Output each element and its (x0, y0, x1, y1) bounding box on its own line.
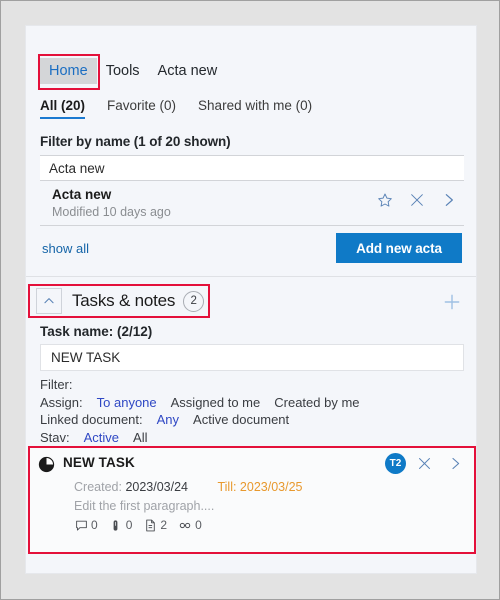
filter-linked-any[interactable]: Any (157, 412, 179, 427)
close-icon[interactable] (416, 455, 433, 472)
task-card-actions (416, 455, 464, 472)
task-card[interactable]: NEW TASK T2 Created: 2023/03/24 Till: 20… (30, 448, 474, 552)
tab-acta-new[interactable]: Acta new (149, 58, 227, 84)
show-all-link[interactable]: show all (42, 241, 89, 256)
filter-assign-created-by-me[interactable]: Created by me (274, 395, 359, 410)
add-new-acta-button[interactable]: Add new acta (336, 233, 462, 263)
chevron-right-icon[interactable] (440, 191, 458, 209)
filter-linked-document-label: Linked document: (40, 412, 143, 427)
filter-assign-assigned-to-me[interactable]: Assigned to me (171, 395, 261, 410)
filter-assign-label: Assign: (40, 394, 83, 410)
task-card-dates: Created: 2023/03/24 Till: 2023/03/25 (74, 480, 303, 494)
acta-list-row[interactable]: Acta new Modified 10 days ago (40, 182, 464, 226)
filter-heading: Filter: (40, 377, 73, 392)
filter-heading-row: Filter: (40, 377, 360, 393)
pivot-shared-with-me[interactable]: Shared with me (0) (198, 98, 312, 119)
pivot-bar: All (20) Favorite (0) Shared with me (0) (40, 98, 334, 119)
chevron-right-icon[interactable] (447, 455, 464, 472)
filter-assign-to-anyone[interactable]: To anyone (97, 395, 157, 410)
tasks-and-notes-header: Tasks & notes 2 (36, 288, 205, 314)
application-window: Home Tools Acta new All (20) Favorite (0… (0, 0, 500, 600)
meta-links-value: 0 (195, 518, 202, 532)
pivot-all[interactable]: All (20) (40, 98, 86, 119)
acta-row-title: Acta new (52, 187, 112, 202)
tasks-count-badge: 2 (183, 290, 205, 312)
meta-attachments[interactable]: 0 (109, 518, 133, 532)
tasks-and-notes-title: Tasks & notes (72, 291, 176, 310)
meta-attachments-value: 0 (125, 518, 133, 532)
filter-row-stav: Stav: Active All (40, 430, 360, 446)
acta-row-subtitle: Modified 10 days ago (52, 205, 171, 219)
filter-stav-all[interactable]: All (133, 430, 147, 445)
pivot-favorite[interactable]: Favorite (0) (107, 98, 176, 119)
meta-comments[interactable]: 0 (74, 518, 98, 532)
star-icon[interactable] (376, 191, 394, 209)
filter-linked-active-document[interactable]: Active document (193, 412, 289, 427)
top-tab-bar: Home Tools Acta new (40, 58, 226, 84)
tab-home[interactable]: Home (40, 58, 97, 84)
section-divider (26, 276, 476, 277)
task-card-meta: 0 0 2 0 (74, 518, 209, 532)
attachment-icon (109, 518, 123, 532)
meta-documents[interactable]: 2 (143, 518, 167, 532)
filter-stav-active[interactable]: Active (84, 430, 119, 445)
task-name-label: Task name: (2/12) (40, 324, 153, 339)
created-label: Created: (74, 480, 122, 494)
filter-stav-label: Stav: (40, 429, 70, 445)
meta-comments-value: 0 (91, 518, 98, 532)
comment-icon (74, 518, 88, 532)
tab-tools[interactable]: Tools (97, 58, 149, 84)
due-date: Till: 2023/03/25 (217, 480, 303, 494)
link-icon (178, 518, 192, 532)
document-icon (143, 518, 157, 532)
filter-row-linked-document: Linked document: Any Active document (40, 412, 360, 428)
pie-progress-icon (38, 456, 55, 473)
task-card-title: NEW TASK (63, 455, 135, 470)
task-name-input[interactable] (40, 344, 464, 371)
filter-by-name-input[interactable] (40, 155, 464, 181)
task-card-description: Edit the first paragraph.... (74, 499, 215, 513)
plus-icon[interactable] (440, 290, 464, 314)
avatar[interactable]: T2 (385, 453, 406, 474)
meta-documents-value: 2 (160, 518, 168, 532)
close-icon[interactable] (408, 191, 426, 209)
meta-links[interactable]: 0 (178, 518, 202, 532)
task-pane-panel: Home Tools Acta new All (20) Favorite (0… (25, 25, 477, 574)
acta-row-actions (376, 191, 458, 209)
filter-by-name-label: Filter by name (1 of 20 shown) (40, 134, 231, 149)
task-filters: Filter: Assign: To anyone Assigned to me Cr… (40, 375, 360, 445)
chevron-up-icon[interactable] (36, 288, 62, 314)
filter-row-assign: Assign: To anyone Assigned to me Created by… (40, 395, 360, 411)
created-value: 2023/03/24 (125, 480, 188, 494)
